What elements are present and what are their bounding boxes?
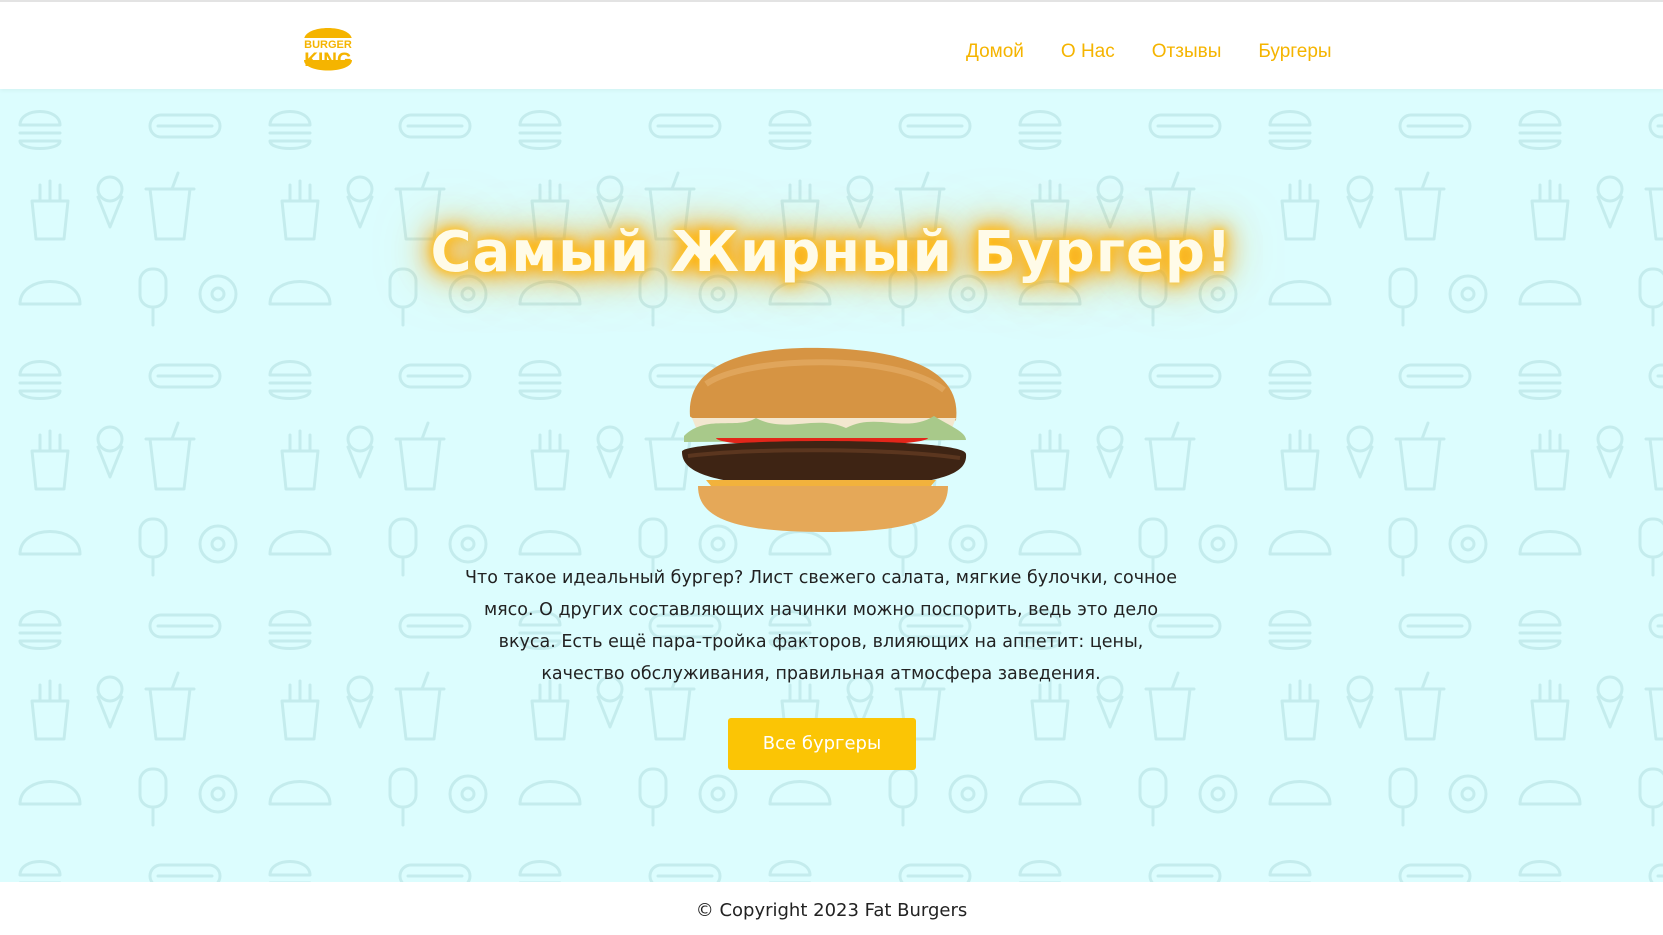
copyright-text: © Copyright 2023 Fat Burgers [695,900,968,921]
logo-icon: BURGER KING [300,28,356,71]
site-footer: © Copyright 2023 Fat Burgers [0,882,1663,935]
main-nav: Домой О Нас Отзывы Бургеры [966,40,1369,64]
all-burgers-button[interactable]: Все бургеры [728,718,916,770]
burger-image [681,347,967,532]
burger-king-logo[interactable]: BURGER KING [298,16,358,80]
hero-description: Что такое идеальный бургер? Лист свежего… [465,568,1177,684]
hero-title: Самый Жирный Бургер! [430,220,1233,285]
logo-text-line2: KING [304,50,352,71]
nav-link-reviews[interactable]: Отзывы [1152,40,1222,64]
site-header: BURGER KING Домой О Нас Отзывы Бургеры [0,0,1663,89]
nav-link-about[interactable]: О Нас [1061,40,1115,64]
nav-link-burgers[interactable]: Бургеры [1258,40,1331,64]
nav-link-home[interactable]: Домой [966,40,1024,64]
page: BURGER KING Домой О Нас Отзывы Бургеры С… [0,0,1663,935]
hero-section: Самый Жирный Бургер! Что такое идеальный… [0,89,1663,882]
